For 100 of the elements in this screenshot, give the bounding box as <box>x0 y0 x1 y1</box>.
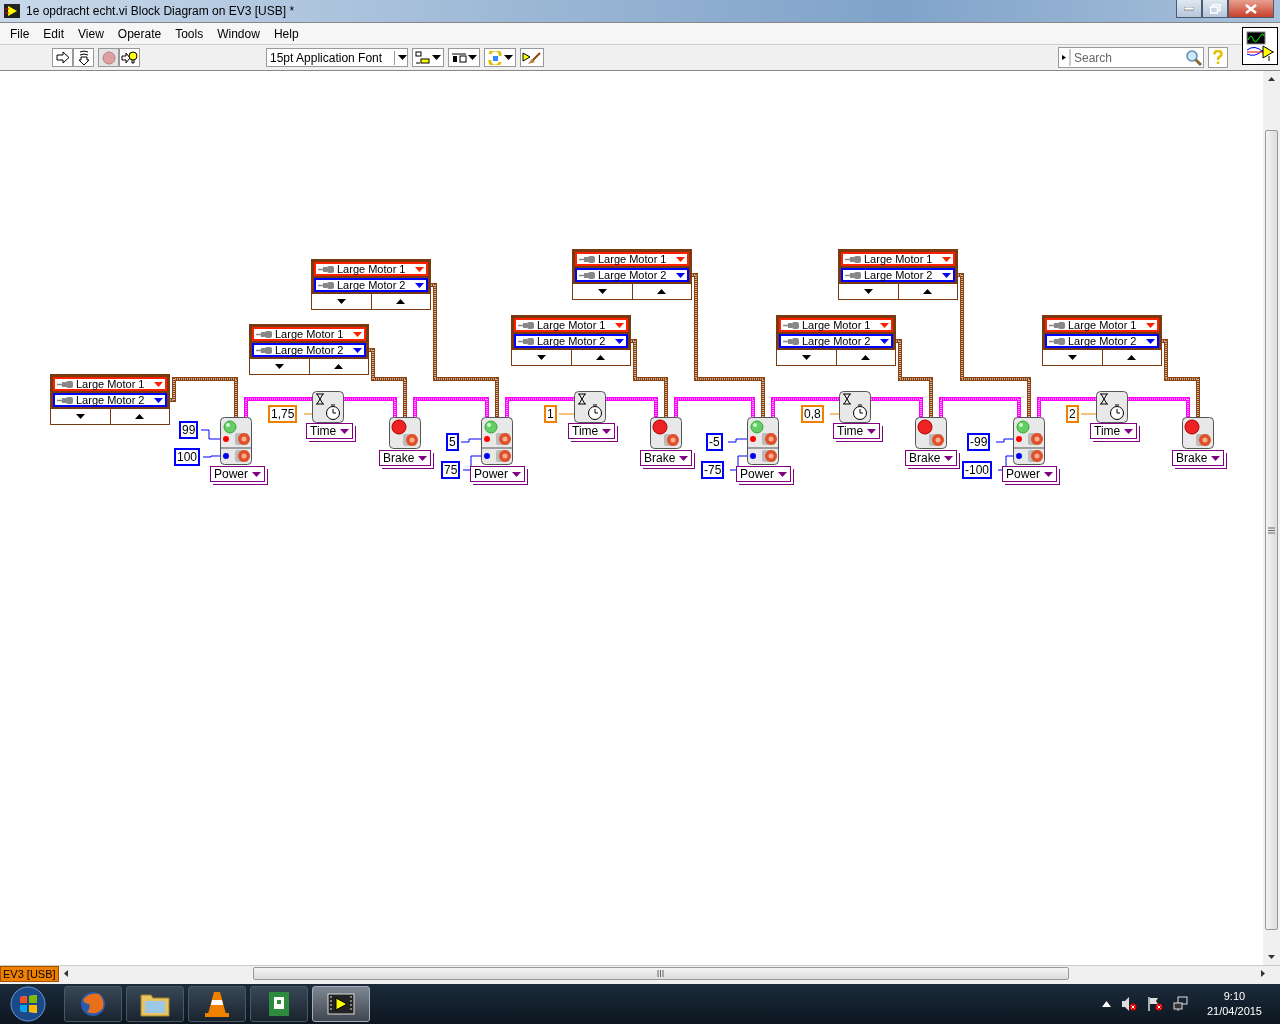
toolbar-button[interactable] <box>73 48 94 67</box>
taskbar-app-button[interactable] <box>250 986 308 1022</box>
help-button[interactable] <box>1208 47 1228 68</box>
wait-block[interactable] <box>1096 391 1128 423</box>
port-dropdown[interactable]: Large Motor 2 <box>1045 334 1159 348</box>
port-dropdown[interactable]: Large Motor 2 <box>514 334 628 348</box>
mode-selector[interactable]: Brake <box>905 450 958 466</box>
numeric-constant[interactable]: -75 <box>701 461 725 479</box>
numeric-constant[interactable]: 1 <box>544 405 557 423</box>
move-tank-block[interactable] <box>481 417 513 465</box>
search-field[interactable]: Search <box>1071 50 1185 65</box>
move-tank-block[interactable] <box>747 417 779 465</box>
menu-item[interactable]: Tools <box>168 26 211 41</box>
taskbar-app-button[interactable] <box>126 986 184 1022</box>
numeric-constant[interactable]: 99 <box>179 421 199 439</box>
port-dropdown[interactable]: Large Motor 2 <box>314 278 428 292</box>
close-button[interactable] <box>1228 0 1274 18</box>
port-dropdown[interactable]: Large Motor 1 <box>53 377 167 391</box>
toolbar-button[interactable] <box>119 48 140 67</box>
close-icon <box>1245 3 1257 14</box>
restore-button[interactable] <box>1202 0 1228 18</box>
move-tank-block[interactable] <box>220 417 252 465</box>
brake-block[interactable] <box>650 417 682 449</box>
vertical-scroll-thumb[interactable] <box>1265 130 1278 930</box>
up-triangle-icon <box>596 355 606 360</box>
move-tank-block[interactable] <box>1013 417 1045 465</box>
numeric-constant[interactable]: 5 <box>446 433 459 451</box>
menu-item[interactable]: Window <box>210 26 267 41</box>
port-dropdown[interactable]: Large Motor 1 <box>514 318 628 332</box>
port-dropdown[interactable]: Large Motor 2 <box>53 393 167 407</box>
mode-selector[interactable]: Power <box>1002 466 1057 482</box>
mode-selector[interactable]: Time <box>833 423 881 439</box>
port-dropdown[interactable]: Large Motor 1 <box>252 327 366 341</box>
clock-date[interactable]: 21/04/2015 <box>1206 1004 1262 1019</box>
mode-selector[interactable]: Brake <box>640 450 693 466</box>
menu-item[interactable]: Operate <box>110 26 169 41</box>
mode-selector[interactable]: Brake <box>379 450 432 466</box>
port-dropdown[interactable]: Large Motor 2 <box>779 334 893 348</box>
mode-selector[interactable]: Power <box>736 466 791 482</box>
wait-block[interactable] <box>574 391 606 423</box>
caret-icon <box>252 471 261 477</box>
data-wire <box>462 455 482 471</box>
port-dropdown[interactable]: Large Motor 2 <box>252 343 366 357</box>
numeric-constant[interactable]: 75 <box>441 461 461 479</box>
brake-block[interactable] <box>915 417 947 449</box>
data-wire <box>829 413 840 415</box>
minimize-button[interactable] <box>1176 0 1202 18</box>
wait-block[interactable] <box>312 391 344 423</box>
search-bar[interactable]: Search <box>1058 47 1204 68</box>
plug-icon <box>256 346 272 354</box>
taskbar-app-button[interactable] <box>188 986 246 1022</box>
mode-selector[interactable]: Time <box>1090 423 1138 439</box>
distribute-dropdown[interactable] <box>448 48 480 67</box>
mode-selector[interactable]: Time <box>568 423 616 439</box>
vi-icon <box>1245 30 1275 62</box>
horizontal-scroll-thumb[interactable] <box>252 967 1069 980</box>
network-icon[interactable] <box>1172 996 1189 1012</box>
port-dropdown[interactable]: Large Motor 1 <box>575 252 689 266</box>
numeric-constant[interactable]: -99 <box>967 433 991 451</box>
wait-block[interactable] <box>839 391 871 423</box>
toolbar-button[interactable] <box>52 48 73 67</box>
port-dropdown[interactable]: Large Motor 1 <box>779 318 893 332</box>
speaker-muted-icon[interactable] <box>1120 996 1137 1012</box>
plug-icon <box>518 321 534 329</box>
port-dropdown[interactable]: Large Motor 2 <box>575 268 689 282</box>
mode-selector[interactable]: Power <box>210 466 265 482</box>
mode-selector[interactable]: Brake <box>1172 450 1225 466</box>
align-dropdown[interactable] <box>412 48 444 67</box>
caret-icon <box>512 471 521 477</box>
menu-item[interactable]: Help <box>266 26 306 41</box>
show-hidden-icons-icon[interactable] <box>1101 1001 1111 1007</box>
port-dropdown[interactable]: Large Motor 2 <box>841 268 955 282</box>
brake-block[interactable] <box>1182 417 1214 449</box>
port-dropdown[interactable]: Large Motor 1 <box>841 252 955 266</box>
port-dropdown[interactable]: Large Motor 1 <box>1045 318 1159 332</box>
menu-item[interactable]: View <box>71 26 111 41</box>
numeric-constant[interactable]: 2 <box>1066 405 1079 423</box>
mode-selector[interactable]: Time <box>306 423 354 439</box>
clock-time[interactable]: 9:10 <box>1223 989 1246 1004</box>
data-wire <box>1080 413 1097 415</box>
numeric-constant[interactable]: 1,75 <box>268 405 298 423</box>
numeric-constant[interactable]: 100 <box>174 448 201 466</box>
menu-item[interactable]: File <box>3 26 37 41</box>
data-wire <box>202 455 221 458</box>
reorder-dropdown[interactable] <box>484 48 516 67</box>
numeric-constant[interactable]: 0,8 <box>801 405 824 423</box>
taskbar-app-button[interactable] <box>312 986 370 1022</box>
flag-icon[interactable] <box>1146 996 1163 1012</box>
clean-up-button[interactable] <box>520 48 544 67</box>
caret-icon <box>1211 455 1221 461</box>
menu-item[interactable]: Edit <box>36 26 72 41</box>
up-triangle-icon <box>135 414 145 419</box>
port-dropdown[interactable]: Large Motor 1 <box>314 262 428 276</box>
brake-block[interactable] <box>389 417 421 449</box>
run-arrow-icon <box>55 51 70 64</box>
font-dropdown[interactable]: 15pt Application Font <box>266 48 408 67</box>
mode-selector[interactable]: Power <box>470 466 525 482</box>
numeric-constant[interactable]: -100 <box>962 461 993 479</box>
caret-icon <box>778 471 787 477</box>
numeric-constant[interactable]: -5 <box>706 433 723 451</box>
